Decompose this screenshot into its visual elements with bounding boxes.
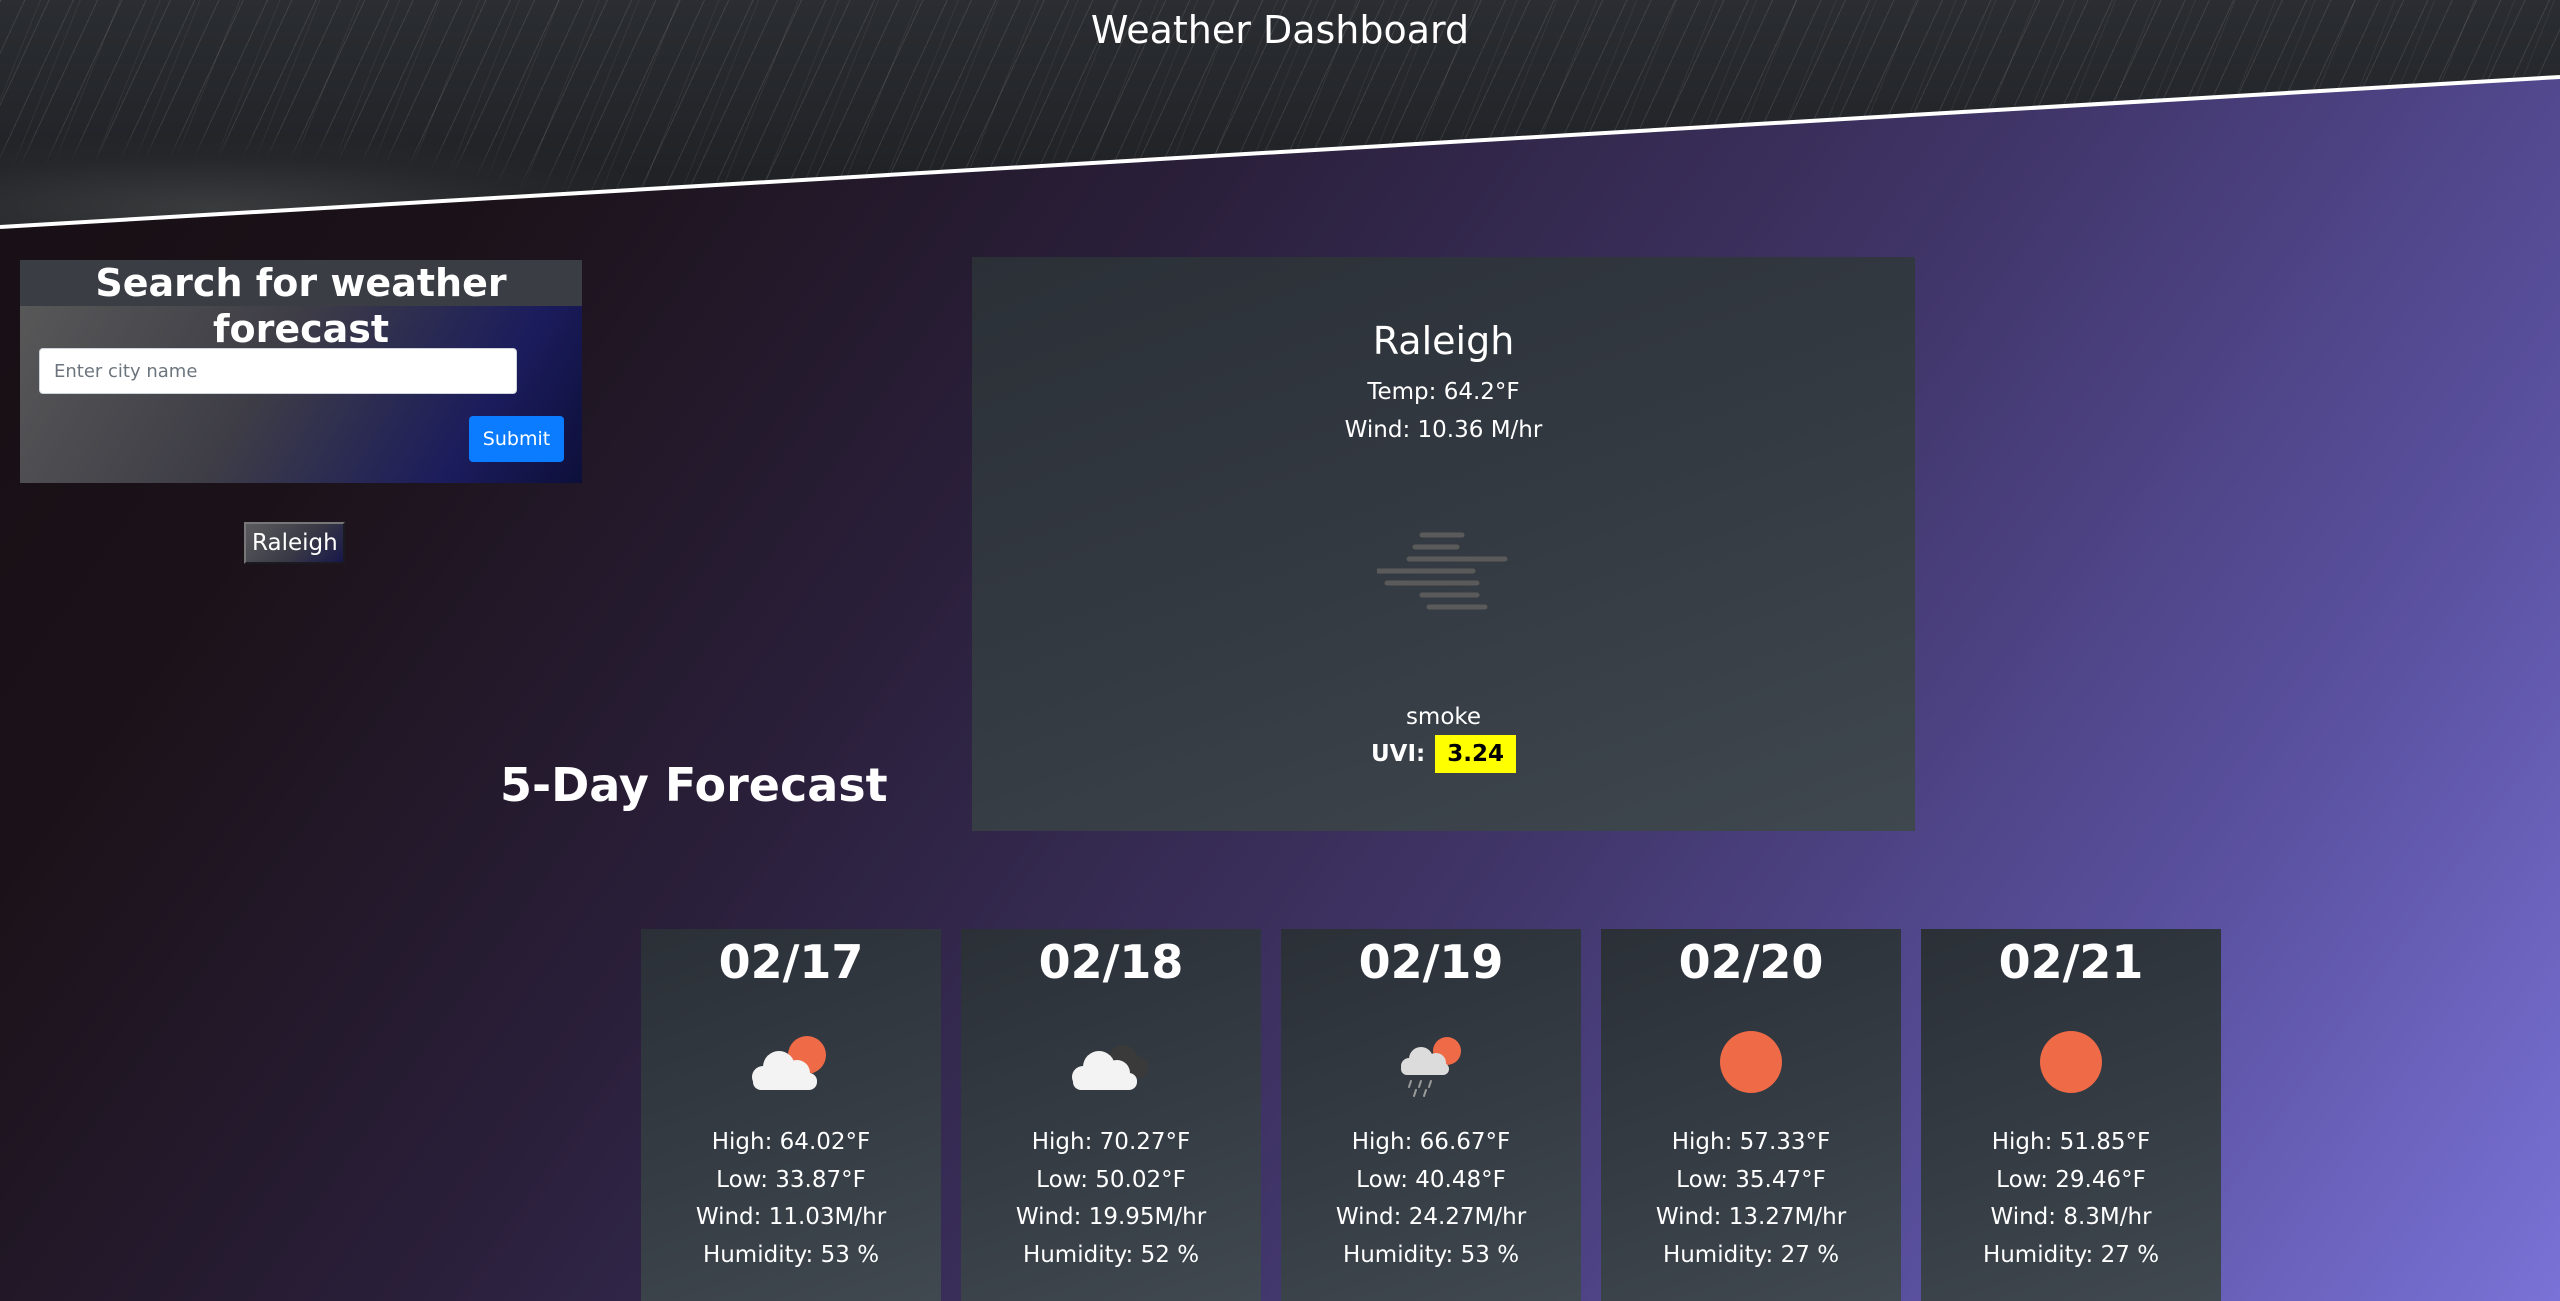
sun-icon: [2040, 1031, 2102, 1093]
forecast-card: 02/17 High: 64.02°F Low: 33.87°F Wind: 1…: [641, 929, 941, 1301]
current-temp: Temp: 64.2°F: [1367, 379, 1520, 405]
search-panel: Search for weather forecast Submit: [20, 260, 582, 483]
forecast-date: 02/20: [1678, 935, 1824, 989]
haze-icon: [1377, 532, 1508, 610]
forecast-high: High: 66.67°F: [1351, 1129, 1511, 1155]
forecast-date: 02/17: [718, 935, 864, 989]
current-city-name: Raleigh: [1372, 319, 1515, 363]
forecast-humidity: Humidity: 53 %: [702, 1242, 880, 1268]
forecast-date: 02/21: [1998, 935, 2144, 989]
forecast-card: 02/21 High: 51.85°F Low: 29.46°F Wind: 8…: [1921, 929, 2221, 1301]
forecast-high: High: 51.85°F: [1991, 1129, 2151, 1155]
forecast-wind: Wind: 24.27M/hr: [1335, 1204, 1527, 1230]
current-wind: Wind: 10.36 M/hr: [1344, 417, 1543, 443]
partly-cloudy-icon: [752, 1036, 826, 1090]
rain-icon: [1401, 1037, 1461, 1097]
forecast-date: 02/18: [1038, 935, 1184, 989]
forecast-wind: Wind: 19.95M/hr: [1015, 1204, 1207, 1230]
submit-button[interactable]: Submit: [469, 416, 564, 462]
forecast-low: Low: 35.47°F: [1676, 1167, 1826, 1193]
forecast-high: High: 64.02°F: [711, 1129, 871, 1155]
forecast-date: 02/19: [1358, 935, 1504, 989]
forecast-low: Low: 50.02°F: [1036, 1167, 1186, 1193]
uvi-badge: 3.24: [1435, 735, 1516, 773]
forecast-high: High: 57.33°F: [1671, 1129, 1831, 1155]
forecast-low: Low: 29.46°F: [1996, 1167, 2146, 1193]
search-panel-title: Search for weather forecast: [20, 260, 582, 351]
city-search-input[interactable]: [39, 348, 517, 394]
cloudy-icon: [1072, 1045, 1148, 1090]
forecast-card: 02/20 High: 57.33°F Low: 35.47°F Wind: 1…: [1601, 929, 1901, 1301]
current-weather-card: Raleigh Temp: 64.2°F Wind: 10.36 M/hr sm…: [972, 257, 1915, 831]
forecast-low: Low: 40.48°F: [1356, 1167, 1506, 1193]
forecast-wind: Wind: 8.3M/hr: [1990, 1204, 2152, 1230]
forecast-low: Low: 33.87°F: [716, 1167, 866, 1193]
forecast-row: 02/17 High: 64.02°F Low: 33.87°F Wind: 1…: [641, 929, 2223, 1301]
sun-icon: [1720, 1031, 1782, 1093]
forecast-high: High: 70.27°F: [1031, 1129, 1191, 1155]
forecast-humidity: Humidity: 52 %: [1022, 1242, 1200, 1268]
uvi-label: UVI:: [1371, 741, 1426, 767]
forecast-wind: Wind: 11.03M/hr: [695, 1204, 887, 1230]
uvi-row: UVI: 3.24: [972, 735, 1915, 773]
forecast-card: 02/18 High: 70.27°F Low: 50.02°F Wind: 1…: [961, 929, 1261, 1301]
forecast-wind: Wind: 13.27M/hr: [1655, 1204, 1847, 1230]
forecast-humidity: Humidity: 27 %: [1662, 1242, 1840, 1268]
page-title: Weather Dashboard: [1090, 8, 1470, 52]
forecast-card: 02/19 High: 66.67°F Low: 40.48°F Wind: 2…: [1281, 929, 1581, 1301]
forecast-humidity: Humidity: 27 %: [1982, 1242, 2160, 1268]
forecast-humidity: Humidity: 53 %: [1342, 1242, 1520, 1268]
forecast-heading: 5-Day Forecast: [500, 758, 888, 812]
current-description: smoke: [1405, 704, 1482, 730]
history-city-button[interactable]: Raleigh: [244, 522, 345, 564]
